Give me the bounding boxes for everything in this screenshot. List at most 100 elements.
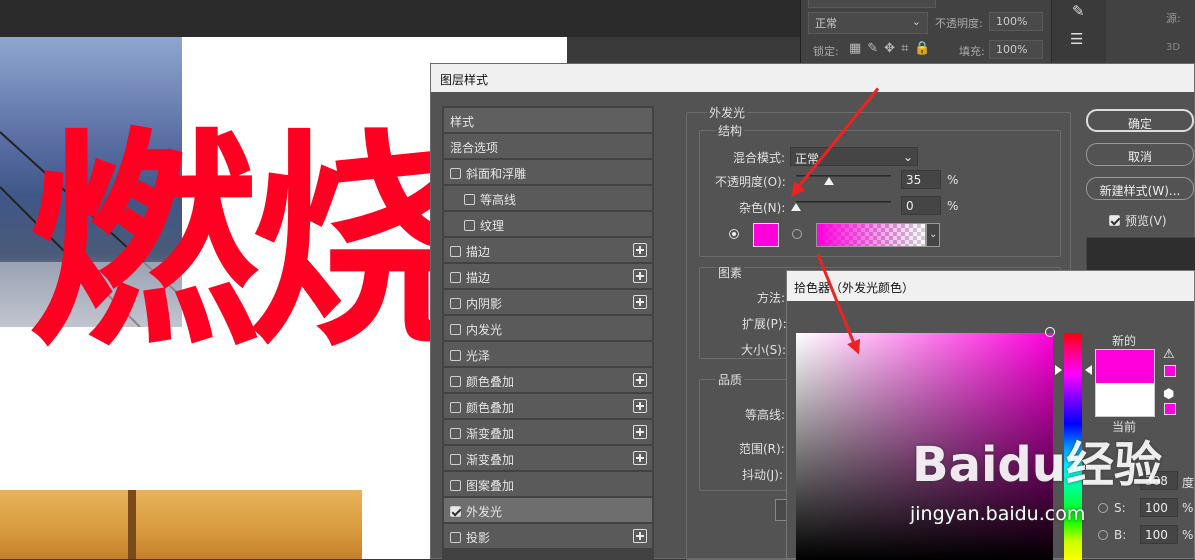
add-icon[interactable] <box>633 529 647 543</box>
checkbox-checked[interactable] <box>1109 215 1120 226</box>
gradient-radio[interactable] <box>792 229 802 239</box>
style-item-gradient-overlay-2[interactable]: 渐变叠加 <box>444 446 652 471</box>
checkbox[interactable] <box>450 532 461 543</box>
pole-graphic <box>128 490 136 559</box>
quality-title: 品质 <box>716 371 745 388</box>
style-item-color-overlay-1[interactable]: 颜色叠加 <box>444 368 652 393</box>
noise-slider-thumb[interactable] <box>791 203 801 211</box>
style-item-drop-shadow[interactable]: 投影 <box>444 524 652 549</box>
hue-slider-left-arrow-icon[interactable] <box>1055 365 1062 375</box>
style-item-blending-options[interactable]: 混合选项 <box>444 134 652 159</box>
blend-mode-select[interactable]: 正常 ⌄ <box>790 147 918 166</box>
layer-opacity-field[interactable]: 100% <box>989 12 1043 31</box>
style-item-stroke-2[interactable]: 描边 <box>444 264 652 289</box>
brightness-radio[interactable] <box>1098 530 1108 540</box>
checkbox[interactable] <box>450 324 461 335</box>
checkbox[interactable] <box>464 194 475 205</box>
style-item-texture[interactable]: 纹理 <box>444 212 652 237</box>
color-field-marker[interactable] <box>1045 327 1055 337</box>
checkbox[interactable] <box>450 428 461 439</box>
saturation-label: S: <box>1114 501 1126 515</box>
layer-opacity-value: 100% <box>996 15 1028 28</box>
style-item-satin[interactable]: 光泽 <box>444 342 652 367</box>
layer-blend-mode-value: 正常 <box>815 17 837 30</box>
style-item-label: 描边 <box>466 245 491 259</box>
ok-button[interactable]: 确定 <box>1086 109 1194 132</box>
new-color-label: 新的 <box>1112 334 1137 348</box>
style-item-label: 斜面和浮雕 <box>466 167 527 181</box>
method-label: 方法: <box>757 291 786 305</box>
style-item-gradient-overlay-1[interactable]: 渐变叠加 <box>444 420 652 445</box>
style-item-inner-shadow[interactable]: 内阴影 <box>444 290 652 315</box>
glow-gradient-swatch[interactable] <box>816 223 926 247</box>
opacity-field[interactable]: 35 <box>901 170 941 189</box>
style-item-label: 图案叠加 <box>466 479 515 493</box>
checkbox[interactable] <box>450 246 461 257</box>
checkbox-checked[interactable] <box>450 506 461 517</box>
preview-checkbox-row[interactable]: 预览(V) <box>1109 212 1167 229</box>
checkbox[interactable] <box>464 220 475 231</box>
color-picker-title: 拾色器（外发光颜色） <box>787 271 1194 301</box>
checkbox[interactable] <box>450 272 461 283</box>
layer-opacity-label: 不透明度: <box>935 17 983 30</box>
add-icon[interactable] <box>633 295 647 309</box>
preview-label: 预览(V) <box>1125 214 1167 228</box>
styles-header[interactable]: 样式 <box>444 108 652 133</box>
checkbox[interactable] <box>450 480 461 491</box>
noise-slider-track[interactable] <box>796 201 891 203</box>
style-item-label: 光泽 <box>466 349 491 363</box>
chevron-down-icon[interactable]: ⌄ <box>926 223 940 247</box>
out-of-gamut-warning-icon[interactable]: ⚠ <box>1163 347 1175 362</box>
add-icon[interactable] <box>633 243 647 257</box>
solid-color-radio[interactable] <box>729 229 739 239</box>
noise-field[interactable]: 0 <box>901 196 941 215</box>
saturation-field[interactable]: 100 <box>1140 498 1178 517</box>
add-icon[interactable] <box>633 425 647 439</box>
cancel-button[interactable]: 取消 <box>1086 143 1194 166</box>
noise-value: 0 <box>906 199 914 213</box>
style-item-contour[interactable]: 等高线 <box>444 186 652 211</box>
checkbox[interactable] <box>450 350 461 361</box>
style-item-stroke-1[interactable]: 描边 <box>444 238 652 263</box>
style-item-label: 纹理 <box>480 219 505 233</box>
gamut-color-swatch[interactable] <box>1164 365 1176 377</box>
style-item-label: 混合选项 <box>450 141 499 155</box>
style-item-pattern-overlay[interactable]: 图案叠加 <box>444 472 652 497</box>
checkbox[interactable] <box>450 402 461 413</box>
layer-blend-mode-select[interactable]: 正常 ⌄ <box>808 12 928 34</box>
fill-field[interactable]: 100% <box>989 40 1043 59</box>
lock-label: 锁定: <box>813 45 839 58</box>
style-item-label: 内阴影 <box>466 297 503 311</box>
brush-icon[interactable]: ✎ <box>1072 2 1085 20</box>
opacity-slider-thumb[interactable] <box>824 177 835 185</box>
style-item-inner-glow[interactable]: 内发光 <box>444 316 652 341</box>
checkbox[interactable] <box>450 298 461 309</box>
web-safe-cube-icon[interactable]: ⬢ <box>1163 387 1174 402</box>
lock-icons[interactable]: ▦✎✥⌗🔒 <box>849 41 937 56</box>
adjust-sliders-icon[interactable]: ☰ <box>1070 30 1083 48</box>
watermark-logo: Baidu经验 <box>912 437 1162 493</box>
saturation-radio[interactable] <box>1098 503 1108 513</box>
checkbox[interactable] <box>450 376 461 387</box>
brightness-field[interactable]: 100 <box>1140 525 1178 544</box>
checkbox[interactable] <box>450 454 461 465</box>
saturation-value: 100 <box>1145 501 1168 515</box>
canvas-red-text: 燃烧 <box>28 111 478 378</box>
glow-color-swatch[interactable] <box>753 223 779 247</box>
add-icon[interactable] <box>633 451 647 465</box>
current-color-swatch[interactable] <box>1095 383 1155 417</box>
new-style-button[interactable]: 新建样式(W)... <box>1086 177 1194 200</box>
web-safe-color-swatch[interactable] <box>1164 403 1176 415</box>
style-item-outer-glow[interactable]: 外发光 <box>444 498 652 523</box>
structure-title: 结构 <box>716 122 745 139</box>
style-item-bevel-emboss[interactable]: 斜面和浮雕 <box>444 160 652 185</box>
style-item-label: 外发光 <box>466 505 503 519</box>
add-icon[interactable] <box>633 269 647 283</box>
add-icon[interactable] <box>633 399 647 413</box>
opacity-slider-track[interactable] <box>796 175 891 177</box>
style-item-color-overlay-2[interactable]: 颜色叠加 <box>444 394 652 419</box>
hue-slider-right-arrow-icon[interactable] <box>1085 365 1092 375</box>
checkbox[interactable] <box>450 168 461 179</box>
add-icon[interactable] <box>633 373 647 387</box>
style-item-label: 渐变叠加 <box>466 453 515 467</box>
